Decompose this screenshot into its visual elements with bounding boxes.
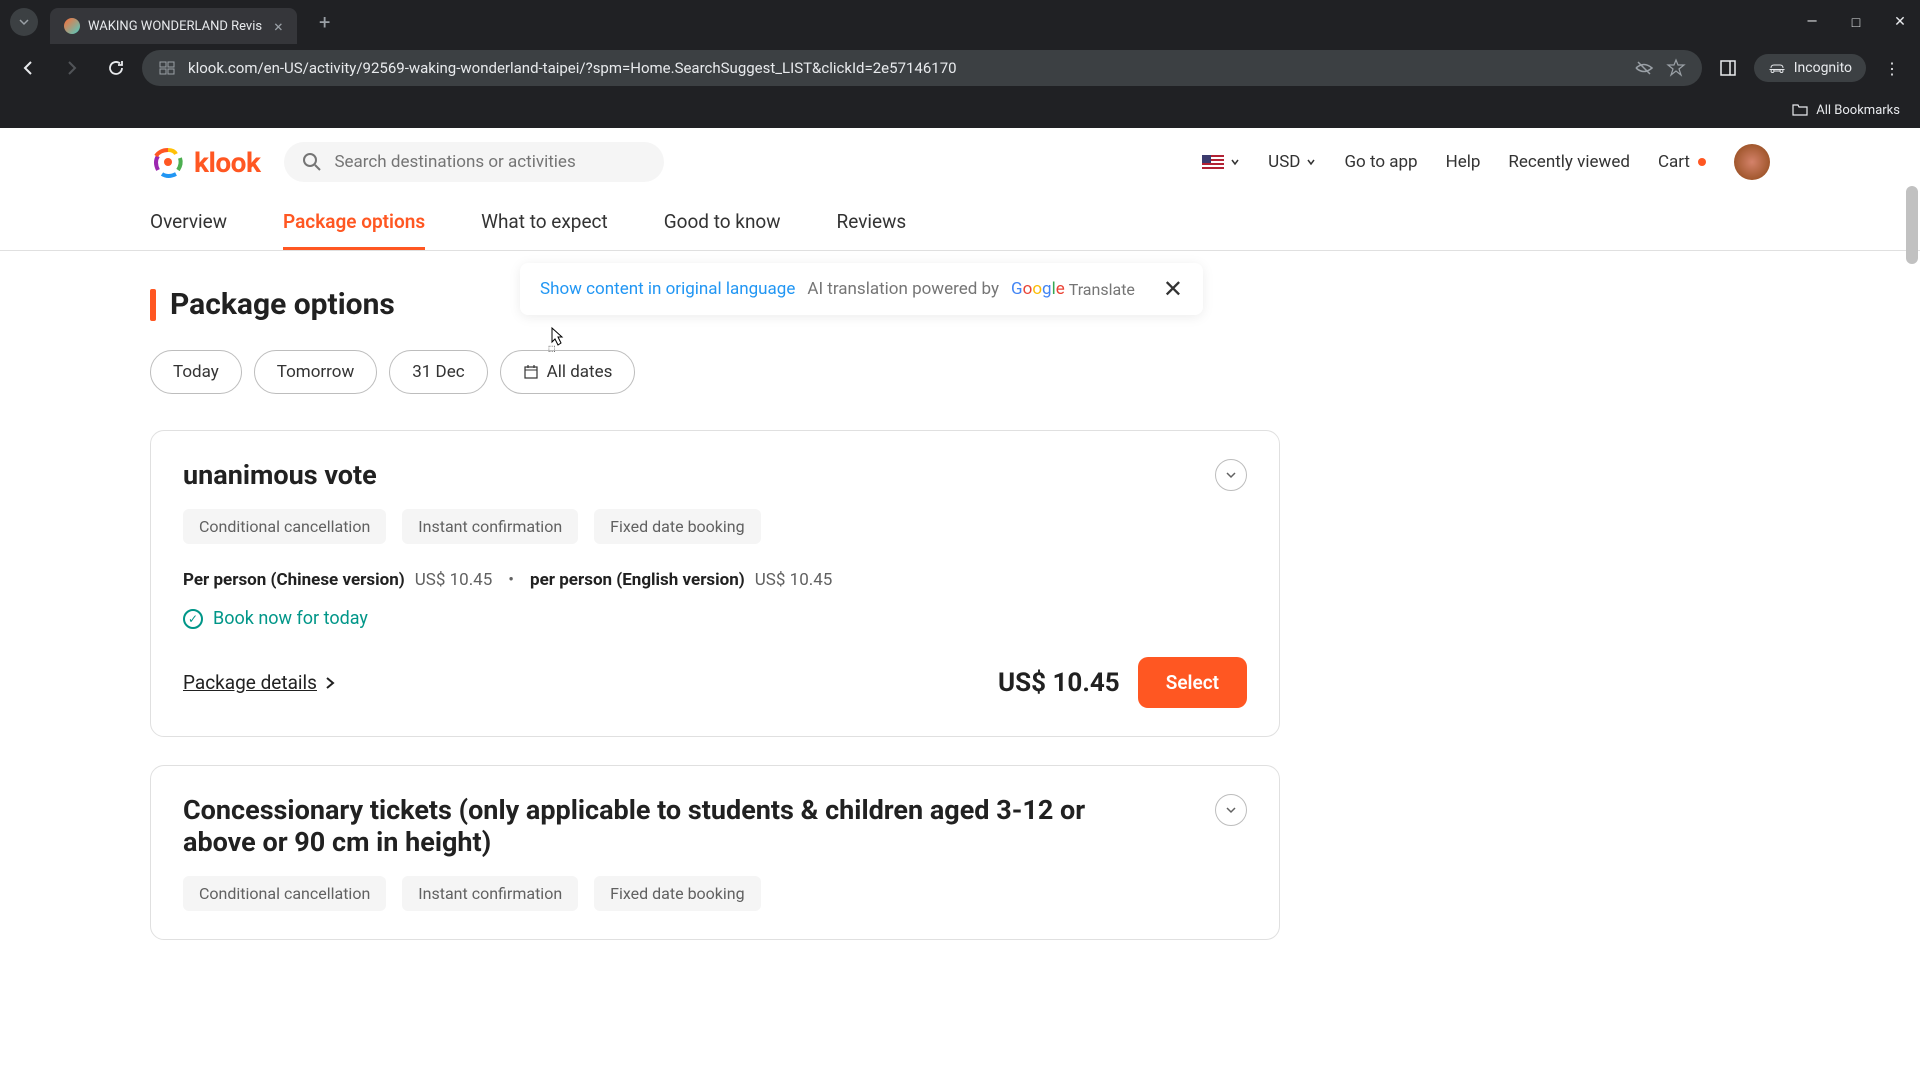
browser-chrome: WAKING WONDERLAND Revis × + — □ ✕ klook.… bbox=[0, 0, 1920, 128]
check-circle-icon bbox=[183, 609, 203, 629]
calendar-icon bbox=[523, 364, 539, 380]
nav-tabs: Overview Package options What to expect … bbox=[0, 196, 1920, 251]
site-info-icon[interactable] bbox=[158, 59, 176, 77]
content-area: Show content in original language AI tra… bbox=[0, 251, 1920, 1004]
expand-button[interactable] bbox=[1215, 459, 1247, 491]
recently-viewed-link[interactable]: Recently viewed bbox=[1508, 152, 1630, 172]
folder-icon bbox=[1792, 103, 1808, 117]
date-pill-all-dates[interactable]: All dates bbox=[500, 350, 636, 394]
bookmarks-row: All Bookmarks bbox=[0, 92, 1920, 128]
section-bar-icon bbox=[150, 289, 156, 321]
tab-overview[interactable]: Overview bbox=[150, 196, 227, 250]
package-tags: Conditional cancellation Instant confirm… bbox=[183, 509, 1247, 544]
date-pill-tomorrow[interactable]: Tomorrow bbox=[254, 350, 377, 394]
section-title-text: Package options bbox=[170, 287, 395, 322]
date-pill-today[interactable]: Today bbox=[150, 350, 242, 394]
help-link[interactable]: Help bbox=[1446, 152, 1481, 172]
package-details-link[interactable]: Package details bbox=[183, 671, 335, 694]
package-card: unanimous vote Conditional cancellation … bbox=[150, 430, 1280, 737]
search-input[interactable] bbox=[334, 152, 646, 172]
all-bookmarks-button[interactable]: All Bookmarks bbox=[1792, 103, 1900, 118]
translate-powered-label: AI translation powered by bbox=[807, 279, 999, 299]
maximize-button[interactable]: □ bbox=[1846, 14, 1866, 31]
package-card: Concessionary tickets (only applicable t… bbox=[150, 765, 1280, 940]
tab-good-to-know[interactable]: Good to know bbox=[664, 196, 781, 250]
tab-reviews[interactable]: Reviews bbox=[837, 196, 907, 250]
tab-favicon bbox=[64, 18, 80, 34]
user-avatar[interactable] bbox=[1734, 144, 1770, 180]
currency-selector[interactable]: USD bbox=[1268, 152, 1316, 172]
price-label: per person (English version) bbox=[530, 570, 745, 590]
pricing-row: Per person (Chinese version) US$ 10.45 •… bbox=[183, 570, 1247, 590]
tag: Fixed date booking bbox=[594, 509, 760, 544]
package-title: Concessionary tickets (only applicable t… bbox=[183, 794, 1133, 858]
price-value: US$ 10.45 bbox=[755, 570, 833, 590]
chevron-right-icon bbox=[325, 676, 335, 690]
flag-icon bbox=[1202, 155, 1224, 169]
search-icon bbox=[302, 152, 322, 172]
select-button[interactable]: Select bbox=[1138, 657, 1247, 708]
address-bar[interactable]: klook.com/en-US/activity/92569-waking-wo… bbox=[142, 50, 1702, 86]
date-pills: Today Tomorrow 31 Dec All dates bbox=[150, 350, 1770, 394]
new-tab-button[interactable]: + bbox=[311, 8, 339, 36]
package-footer: Package details US$ 10.45 Select bbox=[183, 657, 1247, 708]
tab-package-options[interactable]: Package options bbox=[283, 196, 425, 250]
date-pill-date[interactable]: 31 Dec bbox=[389, 350, 487, 394]
scrollbar-thumb[interactable] bbox=[1906, 186, 1918, 264]
chevron-down-icon bbox=[1230, 157, 1240, 167]
logo-icon bbox=[150, 144, 186, 180]
price-label: Per person (Chinese version) bbox=[183, 570, 405, 590]
tag: Instant confirmation bbox=[402, 876, 578, 911]
logo-text: klook bbox=[194, 146, 260, 179]
eye-off-icon[interactable] bbox=[1634, 58, 1654, 78]
tab-close-icon[interactable]: × bbox=[274, 17, 283, 36]
close-window-button[interactable]: ✕ bbox=[1890, 14, 1910, 31]
address-bar-row: klook.com/en-US/activity/92569-waking-wo… bbox=[0, 44, 1920, 92]
book-now-badge: Book now for today bbox=[183, 608, 1247, 629]
search-box[interactable] bbox=[284, 142, 664, 182]
cart-link[interactable]: Cart bbox=[1658, 152, 1706, 172]
tab-dropdown-button[interactable] bbox=[10, 8, 38, 36]
section-title: Package options bbox=[150, 287, 395, 322]
tag: Instant confirmation bbox=[402, 509, 578, 544]
tab-bar: WAKING WONDERLAND Revis × + — □ ✕ bbox=[0, 0, 1920, 44]
minimize-button[interactable]: — bbox=[1802, 14, 1822, 31]
tag: Conditional cancellation bbox=[183, 509, 386, 544]
cart-notification-dot bbox=[1698, 158, 1706, 166]
window-controls: — □ ✕ bbox=[1802, 14, 1910, 31]
package-title: unanimous vote bbox=[183, 459, 377, 491]
tag: Conditional cancellation bbox=[183, 876, 386, 911]
google-translate-logo: Google Translate bbox=[1011, 279, 1135, 299]
go-to-app-link[interactable]: Go to app bbox=[1344, 152, 1417, 172]
url-text: klook.com/en-US/activity/92569-waking-wo… bbox=[188, 59, 1622, 77]
translate-link[interactable]: Show content in original language bbox=[540, 279, 795, 299]
package-tags: Conditional cancellation Instant confirm… bbox=[183, 876, 1247, 911]
browser-menu-button[interactable]: ⋮ bbox=[1874, 59, 1910, 78]
page-content: klook USD Go to app Help Recently viewed… bbox=[0, 128, 1920, 1080]
language-selector[interactable] bbox=[1202, 155, 1240, 169]
expand-button[interactable] bbox=[1215, 794, 1247, 826]
translate-bar: Show content in original language AI tra… bbox=[520, 263, 1203, 315]
back-button[interactable] bbox=[10, 50, 46, 86]
incognito-label: Incognito bbox=[1794, 60, 1852, 76]
chevron-down-icon bbox=[1224, 803, 1238, 817]
logo[interactable]: klook bbox=[150, 144, 260, 180]
bookmark-star-icon[interactable] bbox=[1666, 58, 1686, 78]
forward-button[interactable] bbox=[54, 50, 90, 86]
browser-tab[interactable]: WAKING WONDERLAND Revis × bbox=[50, 8, 297, 44]
site-header: klook USD Go to app Help Recently viewed… bbox=[0, 128, 1920, 196]
header-right: USD Go to app Help Recently viewed Cart bbox=[1202, 144, 1770, 180]
price-value: US$ 10.45 bbox=[415, 570, 493, 590]
reload-button[interactable] bbox=[98, 50, 134, 86]
side-panel-button[interactable] bbox=[1710, 50, 1746, 86]
translate-close-icon[interactable]: ✕ bbox=[1163, 275, 1183, 303]
tab-what-to-expect[interactable]: What to expect bbox=[481, 196, 608, 250]
chevron-down-icon bbox=[1224, 468, 1238, 482]
chevron-down-icon bbox=[1306, 157, 1316, 167]
tag: Fixed date booking bbox=[594, 876, 760, 911]
tab-title: WAKING WONDERLAND Revis bbox=[88, 19, 262, 34]
footer-price: US$ 10.45 bbox=[998, 668, 1120, 698]
incognito-badge[interactable]: Incognito bbox=[1754, 54, 1866, 82]
